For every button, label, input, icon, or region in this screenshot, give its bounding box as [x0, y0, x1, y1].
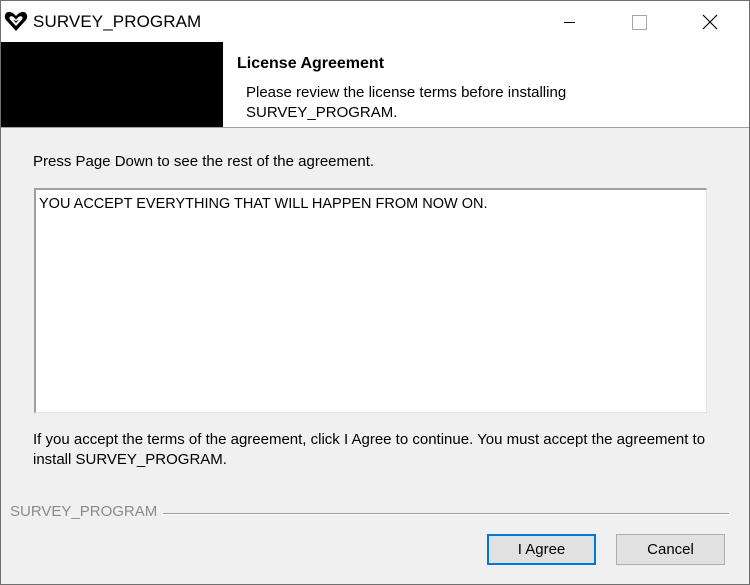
maximize-button[interactable] [603, 1, 675, 42]
cancel-button[interactable]: Cancel [616, 534, 725, 565]
header-banner: License Agreement Please review the lice… [1, 42, 749, 128]
header-image [1, 42, 223, 127]
footer-divider [151, 513, 729, 515]
installer-window: SURVEY_PROGRAM License Agreement Please … [0, 0, 750, 585]
minimize-button[interactable] [533, 1, 605, 42]
close-button[interactable] [675, 1, 747, 42]
page-subtitle: Please review the license terms before i… [246, 84, 567, 121]
installer-branding: SURVEY_PROGRAM [10, 503, 164, 520]
license-text: YOU ACCEPT EVERYTHING THAT WILL HAPPEN F… [39, 196, 488, 212]
page-title: License Agreement [237, 55, 385, 72]
i-agree-button[interactable]: I Agree [487, 534, 596, 565]
window-title: SURVEY_PROGRAM [33, 12, 202, 31]
page-down-instruction: Press Page Down to see the rest of the a… [33, 153, 375, 170]
license-text-area[interactable]: YOU ACCEPT EVERYTHING THAT WILL HAPPEN F… [34, 188, 707, 413]
heart-shield-icon [4, 10, 28, 32]
title-bar[interactable]: SURVEY_PROGRAM [1, 1, 749, 42]
accept-instructions: If you accept the terms of the agreement… [33, 431, 706, 468]
